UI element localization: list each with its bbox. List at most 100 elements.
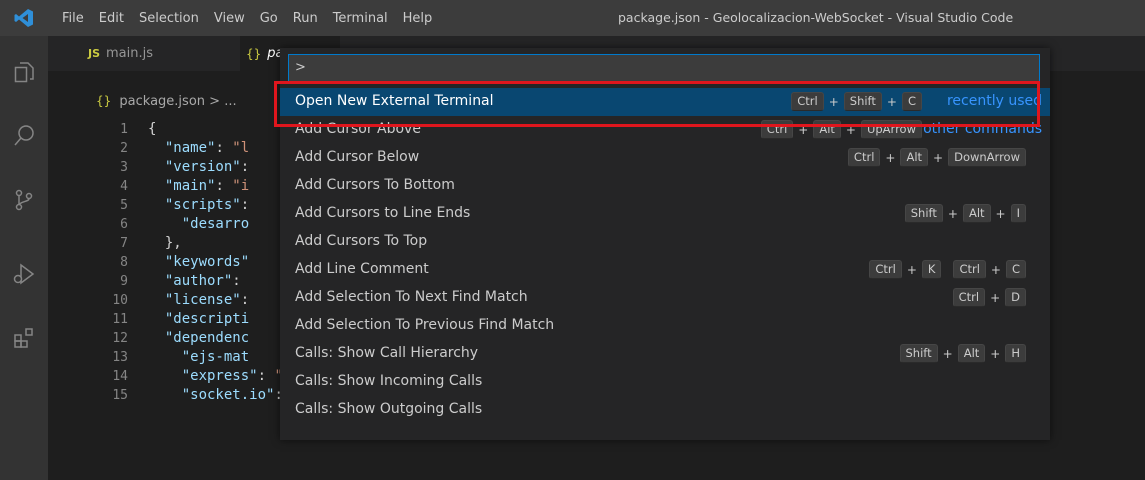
code-text: "name": "l (164, 140, 250, 156)
command-label: Add Cursors To Bottom (295, 177, 455, 193)
command-item[interactable]: Add Line Comment Ctrl + K Ctrl + C (280, 256, 1050, 284)
code-text: }, (148, 235, 182, 251)
line-number: 11 (112, 312, 128, 327)
line-number: 10 (112, 293, 128, 308)
menu-terminal[interactable]: Terminal (333, 11, 388, 26)
key-plus: + (933, 150, 944, 165)
menu-go[interactable]: Go (260, 11, 278, 26)
breadcrumb-rest[interactable]: ... (224, 94, 236, 109)
key-plus: + (990, 290, 1001, 305)
keybinding: Shift + Alt + I (904, 204, 1026, 223)
highlight-box (274, 81, 1040, 127)
keybinding: Ctrl + K Ctrl + C (869, 260, 1026, 279)
command-item[interactable]: Calls: Show Call Hierarchy Shift + Alt + H (280, 340, 1050, 368)
key-cap: Alt (900, 148, 929, 167)
line-number: 4 (120, 179, 128, 194)
window-title: package.json - Geolocalizacion-WebSocket… (618, 10, 1014, 25)
command-label: Calls: Show Call Hierarchy (295, 345, 479, 361)
vscode-logo-icon (14, 9, 33, 27)
keybinding: Ctrl + Alt + DownArrow (847, 148, 1026, 167)
line-number: 12 (112, 331, 128, 346)
line-number: 14 (112, 369, 128, 384)
menu-help[interactable]: Help (403, 11, 433, 26)
key-plus: + (990, 262, 1001, 277)
title-bar: File Edit Selection View Go Run Terminal… (0, 0, 1145, 36)
code-text: { (148, 121, 157, 137)
code-text: "license": (164, 292, 250, 308)
menu-view[interactable]: View (214, 11, 245, 26)
json-file-icon: {} (246, 46, 262, 61)
command-label: Add Cursors to Line Ends (295, 205, 471, 221)
command-item[interactable]: Add Cursors to Line Ends Shift + Alt + I (280, 200, 1050, 228)
keybinding: Ctrl + D (952, 288, 1026, 307)
code-text: "main": "i (164, 178, 250, 194)
line-number: 1 (120, 122, 128, 137)
key-cap: Alt (957, 344, 986, 363)
line-number: 3 (120, 160, 128, 175)
menu-selection[interactable]: Selection (139, 11, 199, 26)
line-number: 13 (112, 350, 128, 365)
extensions-icon[interactable] (12, 326, 36, 350)
code-text: "scripts": (164, 197, 250, 213)
key-plus: + (906, 262, 917, 277)
menu-bar: File Edit Selection View Go Run Terminal… (62, 0, 447, 36)
command-label: Add Selection To Next Find Match (295, 289, 528, 305)
key-cap: Ctrl (869, 260, 902, 279)
key-plus: + (885, 150, 896, 165)
command-item[interactable]: Add Cursors To Top (280, 228, 1050, 256)
key-cap: Alt (962, 204, 991, 223)
command-label: Add Selection To Previous Find Match (295, 317, 555, 333)
line-number: 7 (120, 236, 128, 251)
breadcrumb: {} package.json > ... (96, 94, 237, 109)
explorer-icon[interactable] (12, 60, 36, 84)
menu-file[interactable]: File (62, 11, 84, 26)
key-cap: Ctrl (953, 260, 986, 279)
search-icon[interactable] (12, 124, 36, 148)
key-cap: Ctrl (952, 288, 986, 307)
key-cap: K (921, 260, 942, 279)
command-label: Add Line Comment (295, 261, 429, 277)
command-item[interactable]: Calls: Show Outgoing Calls (280, 396, 1050, 424)
code-text: "descripti (164, 311, 250, 327)
js-file-icon: JS (88, 47, 101, 60)
key-plus: + (942, 346, 953, 361)
tab-label: main.js (106, 46, 154, 61)
code-text: "keywords" (164, 254, 250, 270)
line-number: 2 (120, 141, 128, 156)
key-cap: D (1005, 288, 1026, 307)
line-number: 8 (120, 255, 128, 270)
code-text: "dependenc (164, 330, 250, 346)
command-item[interactable]: Add Cursor Below Ctrl + Alt + DownArrow (280, 144, 1050, 172)
json-file-icon: {} (96, 94, 112, 108)
source-control-icon[interactable] (12, 188, 36, 212)
command-item[interactable]: Add Cursors To Bottom (280, 172, 1050, 200)
command-label: Add Cursor Below (295, 149, 420, 165)
run-debug-icon[interactable] (12, 262, 36, 286)
key-cap: Shift (899, 344, 938, 363)
command-item[interactable]: Calls: Show Incoming Calls (280, 368, 1050, 396)
key-plus: + (995, 206, 1006, 221)
code-text: "ejs-mat (181, 349, 250, 365)
key-cap: C (1005, 260, 1026, 279)
command-label: Calls: Show Incoming Calls (295, 373, 483, 389)
key-cap: I (1010, 204, 1026, 223)
key-plus: + (990, 346, 1001, 361)
command-item[interactable]: Add Selection To Previous Find Match (280, 312, 1050, 340)
line-number: 15 (112, 388, 128, 403)
tab-main-js[interactable]: JS main.js (88, 36, 153, 71)
code-text: "version": (164, 159, 250, 175)
code-text: "desarro (181, 216, 250, 232)
code-text: "author": (164, 273, 241, 289)
command-item[interactable]: Add Selection To Next Find Match Ctrl + D (280, 284, 1050, 312)
command-input-value: > (295, 60, 306, 75)
keybinding: Shift + Alt + H (899, 344, 1026, 363)
breadcrumb-file[interactable]: package.json (119, 94, 205, 109)
breadcrumb-separator: > (209, 94, 221, 109)
menu-run[interactable]: Run (293, 11, 318, 26)
key-cap: DownArrow (948, 148, 1026, 167)
command-label: Calls: Show Outgoing Calls (295, 401, 483, 417)
menu-edit[interactable]: Edit (99, 11, 124, 26)
command-palette-input[interactable]: > (288, 54, 1040, 82)
line-number: 9 (120, 274, 128, 289)
line-number: 6 (120, 217, 128, 232)
